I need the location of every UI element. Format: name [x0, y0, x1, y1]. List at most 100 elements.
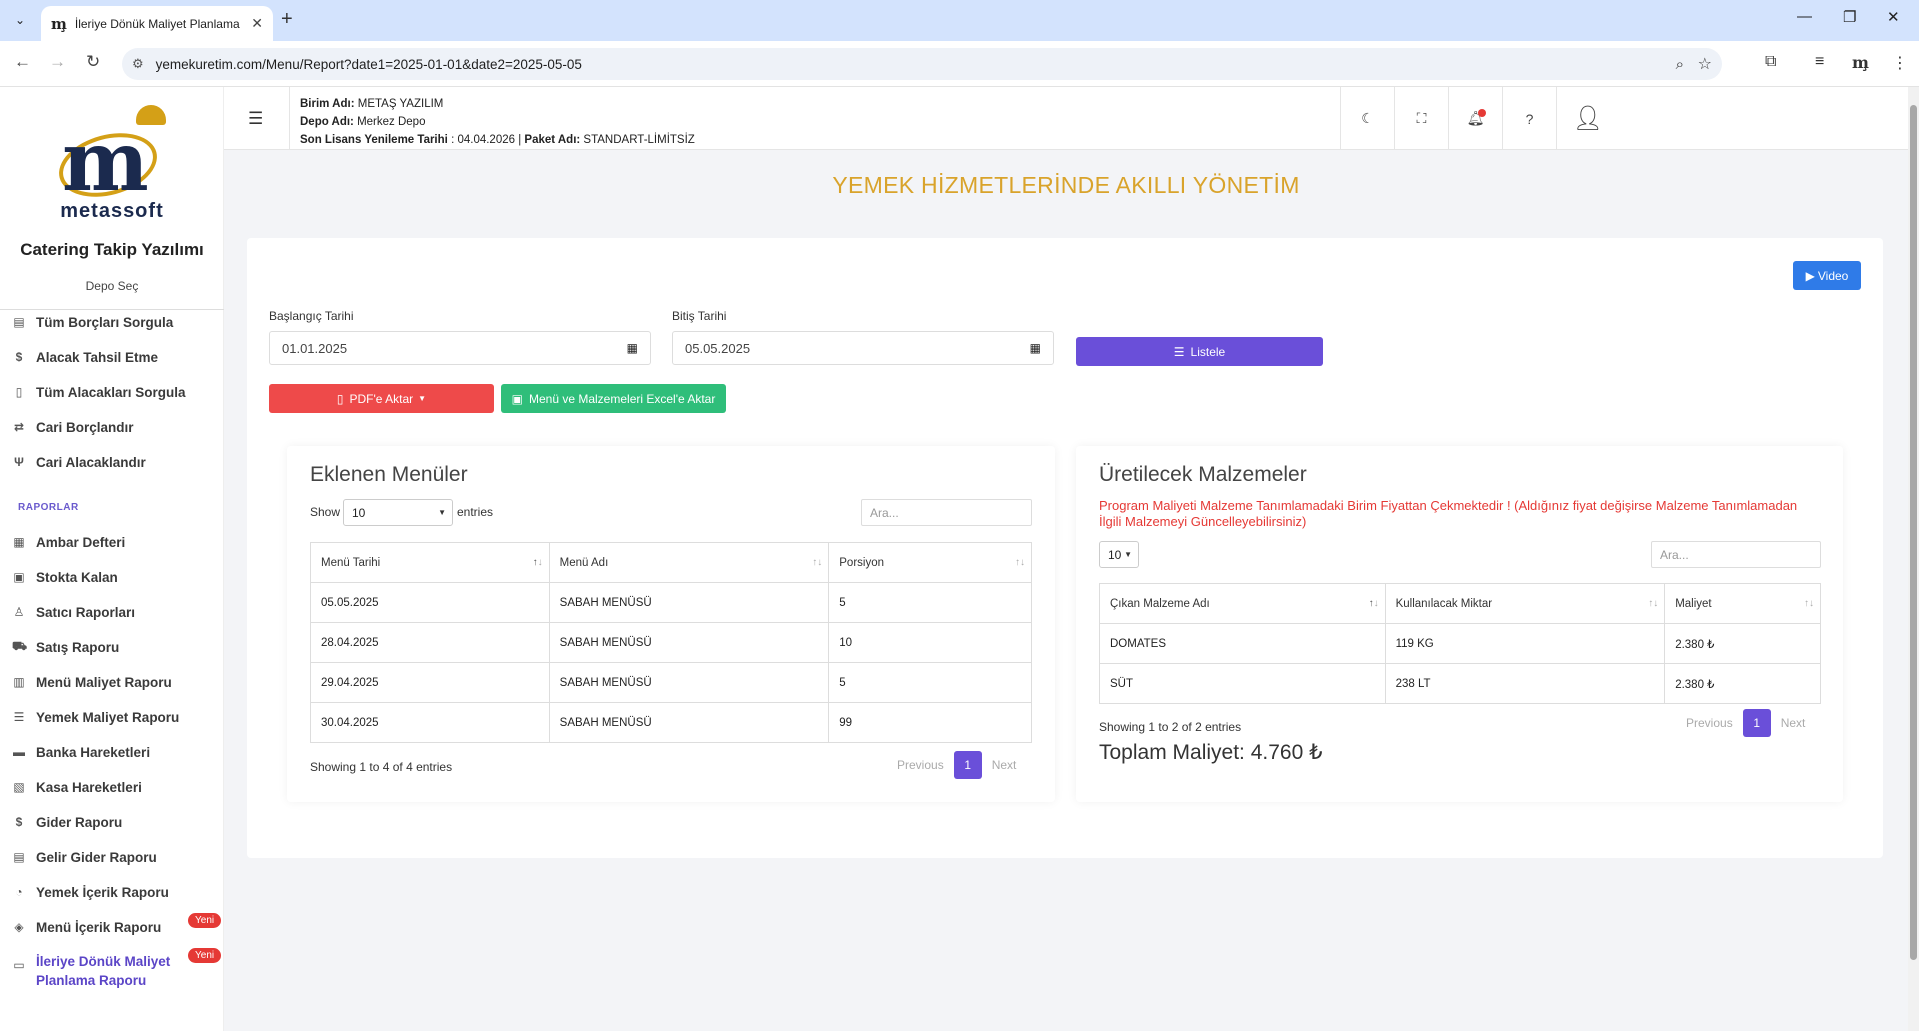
- sidebar-item-cari-alacaklandir[interactable]: Ψ Cari Alacaklandır: [12, 452, 146, 472]
- sidebar-item-satici-raporlari[interactable]: ♙ Satıcı Raporları: [12, 602, 135, 622]
- browser-tab-active[interactable]: m̧ İleriye Dönük Maliyet Planlama ✕: [41, 6, 273, 41]
- sidebar-item-satis-raporu[interactable]: ⛟ Satış Raporu: [12, 637, 119, 657]
- next-page-button[interactable]: Next: [1781, 716, 1806, 730]
- menus-table: Menü Tarihi ↑↓ Menü Adı ↑↓ Porsiyon ↑↓ 05.0…: [310, 542, 1032, 743]
- monitor-icon: ▭: [13, 958, 25, 972]
- cost-warning-text: Program Maliyeti Malzeme Tanımlamadaki B…: [1099, 498, 1798, 529]
- depo-select-link[interactable]: Depo Seç: [0, 279, 224, 293]
- sidebar-item-tum-borclari-sorgula[interactable]: ▤ Tüm Borçları Sorgula: [12, 312, 173, 332]
- fullscreen-button[interactable]: ⛶: [1394, 87, 1448, 150]
- menus-page-size-select[interactable]: 10 ▼: [343, 499, 453, 526]
- materials-search-input[interactable]: Ara...: [1651, 541, 1821, 568]
- col-cikan-malzeme-adi[interactable]: Çıkan Malzeme Adı ↑↓: [1099, 583, 1386, 624]
- col-menu-tarihi[interactable]: Menü Tarihi ↑↓: [310, 542, 550, 583]
- materials-page-size-select[interactable]: 10 ▼: [1099, 541, 1139, 568]
- browser-menu-icon[interactable]: ⋮: [1892, 53, 1908, 73]
- sidebar-item-gider-raporu[interactable]: $ Gider Raporu: [12, 812, 123, 832]
- table-row: 28.04.2025 SABAH MENÜSÜ 10: [310, 622, 1032, 663]
- next-page-button[interactable]: Next: [992, 758, 1017, 772]
- extensions-icon[interactable]: ⧉: [1765, 53, 1776, 71]
- sidebar-item-menu-icerik-raporu[interactable]: ◈ Menü İçerik Raporu: [12, 917, 161, 937]
- tab-search-icon[interactable]: ⌄: [8, 8, 32, 32]
- cart-icon: ⛟: [12, 639, 28, 653]
- menus-search-input[interactable]: Ara...: [861, 499, 1032, 526]
- listele-button[interactable]: ☰ Listele: [1076, 337, 1323, 366]
- sidebar-item-cari-borclandir[interactable]: ⇄ Cari Borçlandır: [12, 417, 134, 437]
- page-scrollbar[interactable]: [1908, 87, 1919, 1031]
- help-icon: ?: [1525, 110, 1534, 127]
- hamburger-menu-icon[interactable]: ☰: [248, 109, 263, 129]
- table-row: 30.04.2025 SABAH MENÜSÜ 99: [310, 702, 1032, 743]
- calendar-icon[interactable]: ▦: [627, 341, 638, 355]
- sort-icon: ↑↓: [1015, 557, 1025, 568]
- header-info: Birim Adı: METAŞ YAZILIM Depo Adı: Merke…: [289, 87, 695, 150]
- start-date-input[interactable]: 01.01.2025 ▦: [269, 331, 651, 365]
- metassoft-logo: m: [50, 105, 174, 215]
- sidebar-item-alacak-tahsil-etme[interactable]: $ Alacak Tahsil Etme: [12, 347, 158, 367]
- site-info-icon[interactable]: ⚙: [132, 56, 144, 72]
- bank-icon: ▬: [13, 745, 25, 759]
- new-tab-icon[interactable]: +: [281, 8, 293, 31]
- sort-icon: ↑↓: [1804, 598, 1814, 609]
- address-bar[interactable]: ⚙ yemekuretim.com/Menu/Report?date1=2025…: [122, 48, 1722, 80]
- show-label: Show: [310, 505, 341, 519]
- reading-list-icon[interactable]: ≡: [1815, 53, 1824, 71]
- money-transfer-icon: ⇄: [13, 420, 25, 434]
- sidebar-item-yemek-icerik-raporu[interactable]: ◔ Yemek İçerik Raporu: [12, 882, 168, 902]
- calendar-icon[interactable]: ▦: [1030, 341, 1041, 355]
- page-1-button[interactable]: 1: [953, 751, 982, 779]
- forward-arrow-icon[interactable]: →: [49, 52, 66, 72]
- user-menu-button[interactable]: 👤︎: [1556, 87, 1619, 150]
- back-arrow-icon[interactable]: ←: [14, 52, 31, 72]
- tab-close-icon[interactable]: ✕: [251, 15, 263, 32]
- play-icon: ▶: [1805, 268, 1815, 283]
- caret-down-icon: ▼: [438, 508, 446, 517]
- reload-icon[interactable]: ↻: [86, 52, 100, 72]
- col-porsiyon[interactable]: Porsiyon ↑↓: [828, 542, 1032, 583]
- materials-table-info: Showing 1 to 2 of 2 entries: [1099, 720, 1242, 734]
- list-icon: ☰: [1173, 344, 1185, 359]
- sidebar-item-yemek-maliyet-raporu[interactable]: ☰ Yemek Maliyet Raporu: [12, 707, 180, 727]
- sidebar-item-tum-alacaklari-sorgula[interactable]: ▯ Tüm Alacakları Sorgula: [12, 382, 186, 402]
- prev-page-button[interactable]: Previous: [1686, 716, 1733, 730]
- zoom-icon[interactable]: ⌕: [1676, 56, 1684, 73]
- pdf-export-button[interactable]: ▯ PDF'e Aktar ▼: [269, 384, 494, 413]
- materials-panel-title: Üretilecek Malzemeler: [1099, 463, 1307, 486]
- excel-icon: ▣: [511, 391, 523, 406]
- bookmark-star-icon[interactable]: ☆: [1698, 54, 1712, 74]
- page-1-button[interactable]: 1: [1742, 709, 1771, 737]
- report-icon: ▤: [13, 850, 25, 864]
- dark-mode-button[interactable]: ☾: [1340, 87, 1394, 150]
- video-button[interactable]: ▶ Video: [1793, 261, 1861, 290]
- expense-icon: $: [15, 815, 23, 829]
- fullscreen-icon: ⛶: [1416, 110, 1427, 126]
- new-badge: Yeni: [188, 948, 222, 963]
- excel-export-button[interactable]: ▣ Menü ve Malzemeleri Excel'e Aktar: [501, 384, 726, 413]
- notification-dot: [1478, 109, 1486, 117]
- window-close-icon[interactable]: ✕: [1887, 8, 1900, 26]
- materials-pagination: Previous 1 Next: [1686, 709, 1805, 737]
- col-kullanilacak-miktar[interactable]: Kullanılacak Miktar ↑↓: [1384, 583, 1666, 624]
- table-row: 05.05.2025 SABAH MENÜSÜ 5: [310, 582, 1032, 623]
- col-maliyet[interactable]: Maliyet ↑↓: [1664, 583, 1821, 624]
- sidebar-item-stokta-kalan[interactable]: ▣ Stokta Kalan: [12, 567, 117, 587]
- restore-icon[interactable]: ❐: [1843, 8, 1856, 26]
- sidebar-item-gelir-gider-raporu[interactable]: ▤ Gelir Gider Raporu: [12, 847, 156, 867]
- col-menu-adi[interactable]: Menü Adı ↑↓: [548, 542, 830, 583]
- notifications-button[interactable]: 🔔︎: [1448, 87, 1502, 150]
- user-avatar-icon: 👤︎: [1572, 105, 1604, 132]
- prev-page-button[interactable]: Previous: [897, 758, 944, 772]
- sidebar-item-kasa-hareketleri[interactable]: ▧ Kasa Hareketleri: [12, 777, 142, 797]
- sidebar-item-ambar-defteri[interactable]: ▦ Ambar Defteri: [12, 532, 125, 552]
- sidebar-item-ileriye-donuk-maliyet[interactable]: ▭ İleriye Dönük Maliyet Planlama Raporu: [12, 952, 170, 990]
- end-date-input[interactable]: 05.05.2025 ▦: [672, 331, 1054, 365]
- sidebar-item-menu-maliyet-raporu[interactable]: ▥ Menü Maliyet Raporu: [12, 672, 171, 692]
- sidebar-item-banka-hareketleri[interactable]: ▬ Banka Hareketleri: [12, 742, 150, 762]
- profile-avatar-icon[interactable]: m̧: [1852, 53, 1869, 72]
- help-button[interactable]: ?: [1502, 87, 1556, 150]
- minimize-icon[interactable]: —: [1797, 8, 1812, 25]
- tab-title: İleriye Dönük Maliyet Planlama: [74, 16, 240, 31]
- fork-icon: Ψ: [14, 455, 24, 469]
- url-text[interactable]: yemekuretim.com/Menu/Report?date1=2025-0…: [156, 57, 582, 72]
- receipt-icon: ▯: [15, 385, 23, 399]
